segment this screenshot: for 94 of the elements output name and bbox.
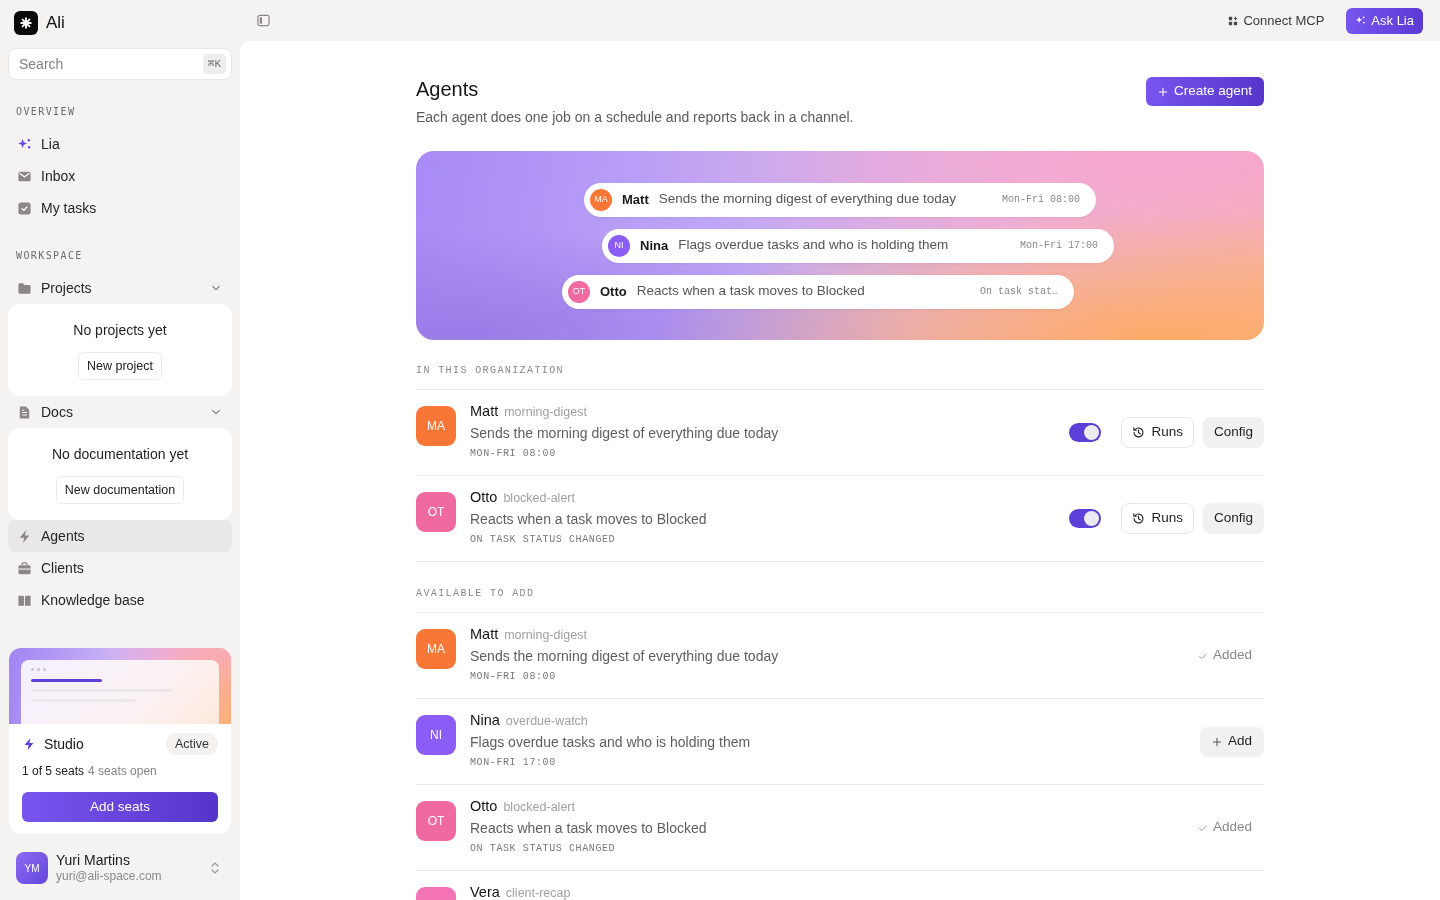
create-agent-button[interactable]: Create agent bbox=[1145, 77, 1264, 106]
toggle-switch[interactable] bbox=[1069, 509, 1102, 528]
agent-slug: morning-digest bbox=[504, 628, 587, 642]
sparkle-icon bbox=[1355, 15, 1367, 26]
nav-item[interactable]: Knowledge base bbox=[8, 584, 232, 616]
briefcase-icon bbox=[17, 560, 32, 576]
agent-slug: morning-digest bbox=[504, 405, 587, 419]
agent-description: Reacts when a task moves to Blocked bbox=[470, 819, 708, 838]
expand-icon[interactable] bbox=[210, 860, 220, 876]
agent-description: Reacts when a task moves to Blocked bbox=[636, 282, 866, 301]
shortcut-hint: ⌘K bbox=[202, 54, 226, 74]
schedule-text: ON TASK STATUS CHANGED bbox=[470, 842, 617, 856]
add-seats-button[interactable]: Add seats bbox=[22, 792, 218, 822]
agent-description: Sends the morning digest of everything due today bbox=[658, 190, 957, 209]
avatar: MA bbox=[590, 188, 612, 211]
avatar: NI bbox=[608, 234, 630, 257]
agent-name: Matt bbox=[470, 627, 499, 641]
grid-plus-icon bbox=[1228, 15, 1239, 26]
agent-description: Reacts when a task moves to Blocked bbox=[470, 510, 708, 529]
create-button[interactable]: New documentation bbox=[55, 476, 185, 504]
avatar: NI bbox=[416, 715, 456, 755]
agent-slug: client-recap bbox=[505, 886, 571, 900]
brand-name: Ali bbox=[46, 12, 65, 35]
user-name: Yuri Martins bbox=[56, 852, 131, 869]
plus-icon bbox=[1211, 736, 1222, 747]
create-button[interactable]: New project bbox=[78, 352, 162, 380]
plus-icon bbox=[1157, 86, 1168, 97]
schedule-text: MON-FRI 17:00 bbox=[470, 756, 557, 770]
section-label: IN THIS ORGANIZATION bbox=[416, 365, 1264, 390]
document-icon bbox=[17, 404, 32, 420]
avatar: MA bbox=[416, 406, 456, 446]
empty-state-text: No documentation yet bbox=[51, 445, 189, 464]
seats-open: 4 seats open bbox=[88, 763, 157, 779]
agent-description: Sends the morning digest of everything due today bbox=[470, 647, 780, 666]
agent-name: Vera bbox=[470, 885, 500, 899]
added-status: Added bbox=[1212, 818, 1252, 837]
nav-item[interactable]: Agents bbox=[8, 520, 232, 552]
schedule-text: Mon-Fri 08:00 bbox=[1002, 193, 1080, 207]
nav-item[interactable]: My tasks bbox=[8, 192, 232, 224]
section-label: AVAILABLE TO ADD bbox=[416, 588, 1264, 613]
nav-item[interactable]: Clients bbox=[8, 552, 232, 584]
agent-name: Nina bbox=[640, 236, 669, 255]
schedule-text: ON TASK STATUS CHANGED bbox=[470, 533, 617, 547]
nav-item[interactable]: Lia bbox=[8, 128, 232, 160]
runs-button[interactable]: Runs bbox=[1121, 503, 1194, 534]
toggle-switch[interactable] bbox=[1069, 423, 1102, 442]
agent-description: Flags overdue tasks and who is holding them bbox=[470, 733, 752, 752]
agent-name: Matt bbox=[470, 404, 499, 418]
user-email: yuri@ali-space.com bbox=[56, 869, 163, 884]
schedule-text: MON-FRI 08:00 bbox=[470, 447, 557, 461]
lightning-icon bbox=[22, 737, 36, 751]
lightning-icon bbox=[17, 528, 32, 544]
agent-name: Matt bbox=[622, 190, 649, 209]
agent-name: Otto bbox=[470, 799, 498, 813]
folder-icon bbox=[17, 280, 32, 296]
schedule-text: MON-FRI 08:00 bbox=[470, 670, 557, 684]
avatar: OT bbox=[416, 801, 456, 841]
avatar: MA bbox=[416, 629, 456, 669]
nav-item[interactable]: Inbox bbox=[8, 160, 232, 192]
seats-used: 1 of 5 seats bbox=[22, 763, 85, 779]
empty-state-text: No projects yet bbox=[73, 321, 167, 340]
page-subtitle: Each agent does one job on a schedule and reports back in a channel. bbox=[416, 108, 854, 127]
agent-description: Sends the morning digest of everything due today bbox=[470, 424, 780, 443]
agent-name: Otto bbox=[600, 282, 627, 301]
agent-slug: overdue-watch bbox=[505, 714, 588, 728]
connect-button[interactable]: Connect MCP bbox=[1224, 7, 1329, 34]
section-label: OVERVIEW bbox=[15, 105, 77, 119]
agent-slug: blocked-alert bbox=[503, 491, 575, 505]
agent-name: Otto bbox=[470, 490, 498, 504]
logo-icon[interactable] bbox=[14, 11, 38, 35]
added-status: Added bbox=[1212, 646, 1252, 665]
nav-item[interactable]: Docs bbox=[8, 396, 232, 428]
config-button[interactable]: Config bbox=[1202, 417, 1264, 448]
avatar: OT bbox=[416, 492, 456, 532]
agent-slug: blocked-alert bbox=[503, 800, 575, 814]
sidebar-toggle-icon[interactable] bbox=[257, 14, 270, 27]
schedule-text: Mon-Fri 17:00 bbox=[1020, 239, 1098, 253]
config-button[interactable]: Config bbox=[1202, 503, 1264, 534]
checkbox-icon bbox=[17, 200, 32, 216]
agent-description: Flags overdue tasks and who is holding them bbox=[678, 236, 950, 255]
agent-name: Nina bbox=[470, 713, 500, 727]
ask-button[interactable]: Ask Lia bbox=[1346, 7, 1423, 34]
runs-button[interactable]: Runs bbox=[1121, 417, 1194, 448]
history-icon bbox=[1132, 512, 1146, 525]
add-button[interactable]: Add bbox=[1199, 726, 1264, 757]
schedule-text: On task stat… bbox=[980, 285, 1058, 299]
page-title: Agents bbox=[416, 77, 480, 102]
status-badge: Active bbox=[165, 733, 218, 755]
nav-item[interactable]: Projects bbox=[8, 272, 232, 304]
section-label: WORKSPACE bbox=[15, 249, 84, 263]
plan-name: Studio bbox=[44, 734, 85, 754]
avatar: OT bbox=[568, 280, 590, 303]
history-icon bbox=[1132, 426, 1146, 439]
avatar: YM bbox=[16, 852, 48, 884]
